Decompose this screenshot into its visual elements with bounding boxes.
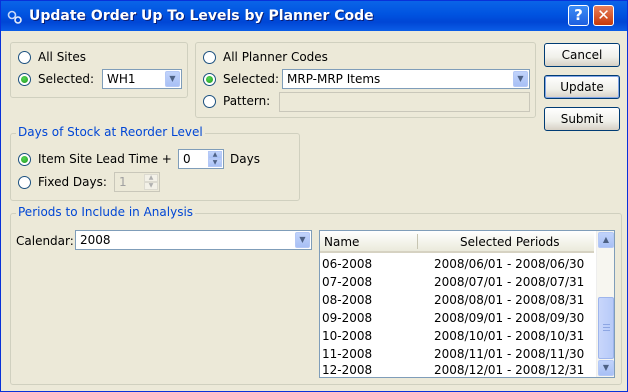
fixed-days-spinbox[interactable]: 1 ▲ ▼ [114,172,160,192]
scrollbar-grip [603,324,610,325]
period-range: 2008/06/01 - 2008/06/30 [434,257,585,271]
spin-up-icon[interactable]: ▲ [144,174,158,182]
column-divider[interactable] [417,234,418,249]
pattern-label: Pattern: [223,94,271,108]
spin-down-icon[interactable]: ▼ [144,182,158,190]
period-range: 2008/10/01 - 2008/10/31 [434,329,585,343]
calendar-label: Calendar: [16,234,74,248]
period-name: 06-2008 [322,257,373,271]
column-header-selected-periods[interactable]: Selected Periods [460,235,560,249]
scrollbar-thumb[interactable] [598,297,614,359]
cancel-button[interactable]: Cancel [544,43,620,67]
help-button[interactable]: ? [568,5,589,26]
period-name: 07-2008 [322,275,373,289]
days-of-stock-legend: Days of Stock at Reorder Level [16,125,205,139]
lead-time-spinbox[interactable]: 0 ▲ ▼ [178,149,224,169]
scrollbar-grip [603,330,610,331]
planner-code-select[interactable]: MRP-MRP Items ▼ [282,69,530,89]
list-item[interactable]: 06-2008 2008/06/01 - 2008/06/30 [320,255,594,273]
period-name: 08-2008 [322,293,373,307]
periods-list[interactable]: Name Selected Periods 06-2008 2008/06/01… [319,230,615,378]
all-sites-radio[interactable] [18,51,31,64]
scroll-down-icon[interactable]: ▼ [598,360,614,376]
period-range: 2008/11/01 - 2008/11/30 [434,347,585,361]
period-range: 2008/12/01 - 2008/12/31 [434,363,585,377]
lead-time-value: 0 [183,152,191,166]
selected-site-label: Selected: [38,72,95,86]
list-item[interactable]: 09-2008 2008/09/01 - 2008/09/30 [320,309,594,327]
window-title: Update Order Up To Levels by Planner Cod… [29,8,374,24]
fixed-days-radio[interactable] [18,176,31,189]
scroll-up-icon[interactable]: ▲ [598,232,614,248]
spin-up-icon[interactable]: ▲ [208,151,222,159]
pattern-radio[interactable] [203,95,216,108]
column-header-name[interactable]: Name [324,235,359,249]
selected-planner-code-label: Selected: [223,72,280,86]
calendar-select[interactable]: 2008 ▼ [75,230,312,250]
planner-code-select-value: MRP-MRP Items [287,72,381,86]
pattern-input[interactable] [279,92,530,112]
fixed-days-label: Fixed Days: [38,175,107,189]
chevron-down-icon[interactable]: ▼ [295,232,310,248]
period-name: 12-2008 [322,363,373,377]
submit-button[interactable]: Submit [544,107,620,131]
selected-site-radio[interactable] [18,73,31,86]
periods-scrollbar[interactable]: ▲ ▼ [596,231,614,377]
days-unit-label: Days [230,152,260,166]
list-item[interactable]: 10-2008 2008/10/01 - 2008/10/31 [320,327,594,345]
dialog-window: Update Order Up To Levels by Planner Cod… [0,0,628,392]
selected-planner-code-radio[interactable] [203,73,216,86]
list-item[interactable]: 07-2008 2008/07/01 - 2008/07/31 [320,273,594,291]
chevron-down-icon[interactable]: ▼ [513,71,528,87]
spin-down-icon[interactable]: ▼ [208,159,222,167]
list-item[interactable]: 08-2008 2008/08/01 - 2008/08/31 [320,291,594,309]
all-sites-label: All Sites [38,50,86,64]
period-name: 09-2008 [322,311,373,325]
chevron-down-icon[interactable]: ▼ [165,71,180,87]
site-select[interactable]: WH1 ▼ [102,69,182,89]
close-button[interactable]: ✕ [593,5,614,26]
close-icon: ✕ [597,6,610,24]
period-range: 2008/08/01 - 2008/08/31 [434,293,585,307]
calendar-select-value: 2008 [80,233,111,247]
gears-icon [7,10,22,24]
periods-list-header: Name Selected Periods [320,231,594,253]
update-button[interactable]: Update [544,75,620,99]
scrollbar-grip [603,327,610,328]
title-bar[interactable]: Update Order Up To Levels by Planner Cod… [1,1,627,31]
period-name: 10-2008 [322,329,373,343]
lead-time-label: Item Site Lead Time + [38,152,172,166]
lead-time-radio[interactable] [18,153,31,166]
all-planner-codes-label: All Planner Codes [223,50,328,64]
period-range: 2008/09/01 - 2008/09/30 [434,311,585,325]
list-item[interactable]: 12-2008 2008/12/01 - 2008/12/31 [320,361,594,377]
site-select-value: WH1 [107,72,136,86]
period-range: 2008/07/01 - 2008/07/31 [434,275,585,289]
period-name: 11-2008 [322,347,373,361]
periods-legend: Periods to Include in Analysis [16,205,196,219]
fixed-days-value: 1 [119,175,127,189]
all-planner-codes-radio[interactable] [203,51,216,64]
